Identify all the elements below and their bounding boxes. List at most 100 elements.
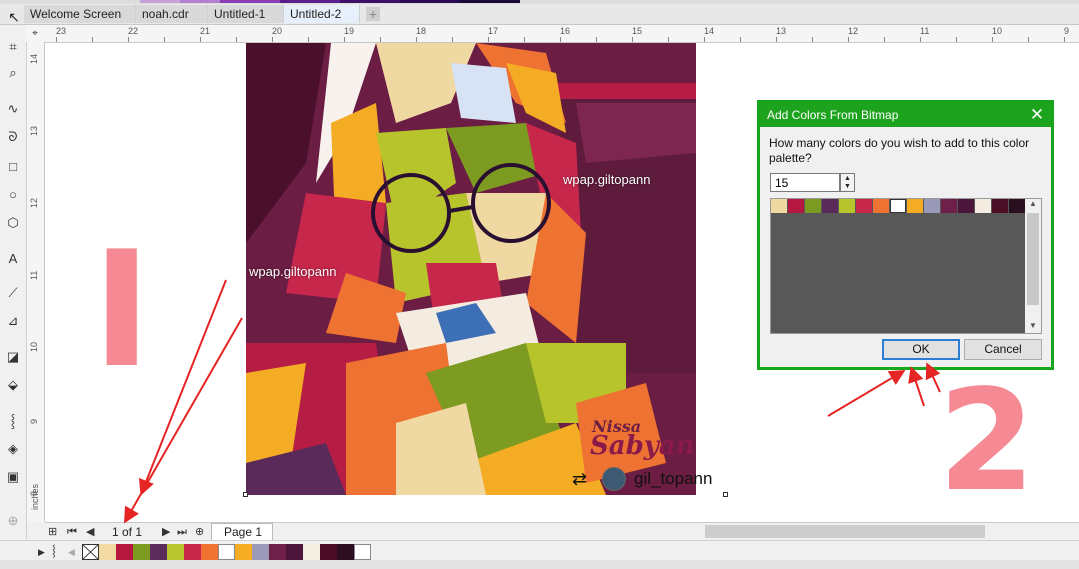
palette-color-swatch[interactable] xyxy=(354,544,371,560)
last-page-icon[interactable]: ⏭ xyxy=(177,524,187,540)
ruler-number: 17 xyxy=(488,26,499,36)
zoom-tool-icon[interactable]: ⌕ xyxy=(3,63,23,83)
palette-color-swatch[interactable] xyxy=(167,544,184,560)
interactive-fill-tool-icon[interactable]: ◈ xyxy=(3,439,23,459)
tab-page-1[interactable]: Page 1 xyxy=(211,523,273,540)
dialog-color-swatch[interactable] xyxy=(890,199,906,213)
palette-preview[interactable]: ▲ ▼ xyxy=(770,198,1042,334)
ok-button[interactable]: OK xyxy=(882,339,960,360)
tab-welcome-screen[interactable]: Welcome Screen xyxy=(24,5,136,23)
palette-color-swatch[interactable] xyxy=(269,544,286,560)
palette-color-swatch[interactable] xyxy=(320,544,337,560)
dialog-question: How many colors do you wish to add to th… xyxy=(769,136,1030,165)
drop-shadow-tool-icon[interactable]: ◪ xyxy=(3,347,23,367)
palette-color-swatch[interactable] xyxy=(303,544,320,560)
artwork-handle: gil_topann xyxy=(634,469,713,488)
tab-untitled-1[interactable]: Untitled-1 xyxy=(208,5,284,23)
cancel-button[interactable]: Cancel xyxy=(964,339,1042,360)
dialog-color-swatch[interactable] xyxy=(975,199,991,213)
next-page-icon[interactable]: ▶ xyxy=(162,524,170,540)
add-page-icon[interactable]: ⊕ xyxy=(195,524,204,540)
ruler-number: 22 xyxy=(128,26,139,36)
palette-color-swatch[interactable] xyxy=(99,544,116,560)
ruler-number: 14 xyxy=(29,53,39,64)
ruler-number: 9 xyxy=(1064,26,1070,36)
color-count-spinner[interactable]: ▲ ▼ xyxy=(840,173,855,192)
watermark-right: wpap.giltopann xyxy=(563,172,651,187)
scroll-up-icon[interactable]: ▲ xyxy=(1025,199,1041,211)
horizontal-ruler[interactable]: 23 22 21 20 19 18 17 16 15 14 13 12 11 1… xyxy=(26,25,1079,43)
palette-menu-icon[interactable]: ▶ xyxy=(38,544,45,560)
page-options-icon[interactable]: ⊞ xyxy=(48,524,57,540)
text-tool-icon[interactable]: A xyxy=(3,249,23,269)
page-count: 1 of 1 xyxy=(112,525,143,539)
palette-color-swatch[interactable] xyxy=(133,544,150,560)
spin-down-icon[interactable]: ▼ xyxy=(841,182,854,191)
polygon-tool-icon[interactable]: ⬡ xyxy=(3,213,23,233)
repost-icon: ⇄ xyxy=(572,469,588,489)
dialog-color-swatch[interactable] xyxy=(907,199,923,213)
tab-noah-cdr[interactable]: noah.cdr xyxy=(136,5,208,23)
ruler-number: 11 xyxy=(920,26,930,36)
palette-color-swatch[interactable] xyxy=(201,544,218,560)
first-page-icon[interactable]: ⏮ xyxy=(67,524,77,540)
ruler-number: 13 xyxy=(776,26,787,36)
avatar xyxy=(602,467,626,491)
artwork-title-big: Sabyan xyxy=(590,431,695,461)
dialog-color-swatch[interactable] xyxy=(805,199,821,213)
freehand-tool-icon[interactable]: ∿ xyxy=(3,99,23,119)
selection-handle[interactable] xyxy=(243,492,248,497)
new-tab-plus-icon[interactable]: + xyxy=(366,7,380,21)
dialog-color-swatch[interactable] xyxy=(856,199,872,213)
add-tool-plus-icon[interactable]: ⊕ xyxy=(3,511,23,531)
palette-scroll-left-icon[interactable]: ◀ xyxy=(68,544,75,560)
connector-tool-icon[interactable]: ⊿ xyxy=(3,311,23,331)
palette-color-swatch[interactable] xyxy=(286,544,303,560)
ruler-origin-icon[interactable]: ⌖ xyxy=(26,25,44,42)
dialog-color-swatch[interactable] xyxy=(941,199,957,213)
vertical-ruler[interactable]: 14 13 12 11 10 9 8 xyxy=(27,42,45,522)
tab-untitled-2[interactable]: Untitled-2 xyxy=(284,5,360,23)
ruler-number: 16 xyxy=(560,26,571,36)
dialog-color-swatch[interactable] xyxy=(873,199,889,213)
palette-color-swatch[interactable] xyxy=(150,544,167,560)
ellipse-tool-icon[interactable]: ○ xyxy=(3,185,23,205)
color-count-input[interactable] xyxy=(770,173,840,192)
palette-color-swatch[interactable] xyxy=(218,544,235,560)
palette-color-swatch[interactable] xyxy=(235,544,252,560)
palette-color-swatch[interactable] xyxy=(184,544,201,560)
palette-color-swatch[interactable] xyxy=(252,544,269,560)
scroll-down-icon[interactable]: ▼ xyxy=(1025,321,1041,333)
dialog-color-swatch[interactable] xyxy=(788,199,804,213)
dialog-color-swatch[interactable] xyxy=(771,199,787,213)
dialog-color-swatch[interactable] xyxy=(924,199,940,213)
scroll-thumb[interactable] xyxy=(1027,213,1039,305)
palette-color-swatch[interactable] xyxy=(116,544,133,560)
color-palette-bar: ▶ ⸾ ◀ xyxy=(0,540,1079,561)
eyedropper-icon[interactable]: ⸾ xyxy=(52,543,56,559)
palette-scrollbar[interactable]: ▲ ▼ xyxy=(1025,199,1041,333)
selection-handle[interactable] xyxy=(723,492,728,497)
horizontal-scrollbar[interactable] xyxy=(705,525,985,538)
ruler-number: 12 xyxy=(848,26,859,36)
transparency-tool-icon[interactable]: ⬙ xyxy=(3,375,23,395)
dimension-tool-icon[interactable]: ⟋ xyxy=(3,283,23,303)
crop-tool-icon[interactable]: ⌗ xyxy=(3,37,23,57)
previous-page-icon[interactable]: ◀ xyxy=(86,524,94,540)
dialog-color-swatch[interactable] xyxy=(822,199,838,213)
artistic-media-tool-icon[interactable]: ᘐ xyxy=(3,127,23,147)
rectangle-tool-icon[interactable]: □ xyxy=(3,157,23,177)
no-color-swatch[interactable] xyxy=(82,544,99,560)
dialog-color-swatch[interactable] xyxy=(839,199,855,213)
dialog-color-swatch[interactable] xyxy=(992,199,1008,213)
dialog-color-swatch[interactable] xyxy=(958,199,974,213)
close-icon[interactable]: ✕ xyxy=(1027,103,1047,127)
ruler-units-label: inches xyxy=(30,483,40,510)
eyedropper-tool-icon[interactable]: ⸾ xyxy=(3,411,23,431)
palette-color-swatch[interactable] xyxy=(337,544,354,560)
dialog-color-swatch[interactable] xyxy=(1009,199,1025,213)
watermark-left: wpap.giltopann xyxy=(249,264,337,279)
smart-fill-tool-icon[interactable]: ▣ xyxy=(3,467,23,487)
add-colors-dialog: Add Colors From Bitmap ✕ How many colors… xyxy=(757,100,1054,370)
ruler-number: 12 xyxy=(29,197,39,208)
